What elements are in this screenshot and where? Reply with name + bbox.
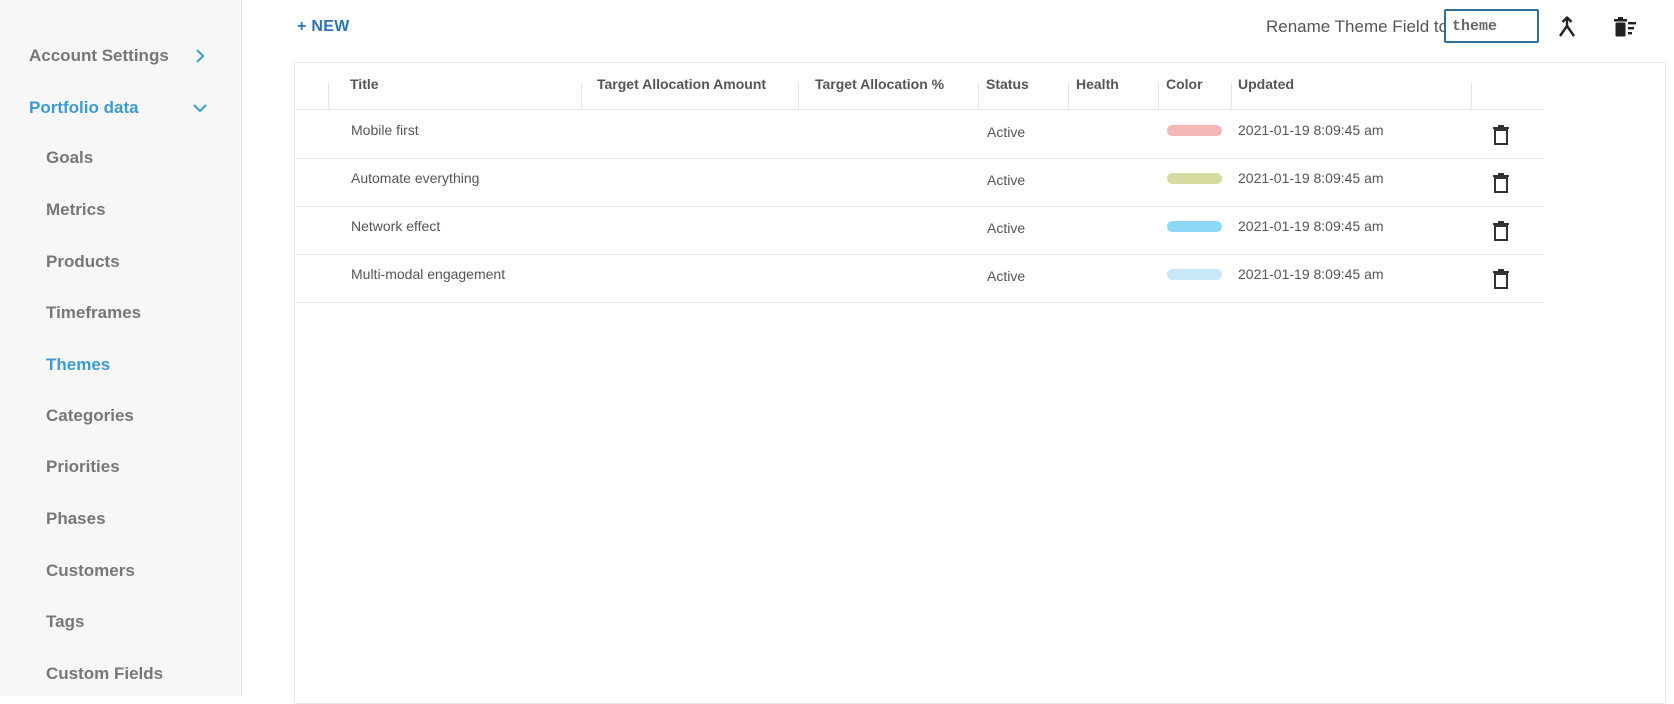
sidebar-item-timeframes[interactable]: Timeframes bbox=[0, 293, 241, 333]
sidebar-item-label: Themes bbox=[46, 355, 111, 374]
sidebar-item-label: Custom Fields bbox=[46, 664, 164, 683]
sidebar-section-label: Account Settings bbox=[29, 46, 169, 65]
row-updated: 2021-01-19 8:09:45 am bbox=[1238, 170, 1384, 186]
sidebar-item-categories[interactable]: Categories bbox=[0, 396, 241, 436]
row-status: Active bbox=[987, 268, 1026, 284]
table-row[interactable]: Multi-modal engagement Active 2021-01-19… bbox=[294, 254, 1544, 303]
chevron-right-icon bbox=[196, 49, 205, 63]
column-header-updated[interactable]: Updated bbox=[1238, 76, 1294, 92]
sidebar-item-label: Priorities bbox=[46, 457, 120, 476]
sidebar-item-label: Products bbox=[46, 252, 120, 271]
row-status: Active bbox=[987, 220, 1026, 236]
column-divider bbox=[581, 82, 582, 110]
sidebar-section-account-settings[interactable]: Account Settings bbox=[0, 36, 241, 76]
column-divider bbox=[798, 82, 799, 110]
column-divider bbox=[1471, 82, 1472, 110]
row-title[interactable]: Mobile first bbox=[351, 122, 419, 138]
rename-field-label: Rename Theme Field to bbox=[1266, 17, 1449, 36]
table-header: Title Target Allocation Amount Target Al… bbox=[294, 62, 1544, 110]
new-theme-button[interactable]: + NEW bbox=[297, 18, 350, 36]
table-row[interactable]: Automate everything Active 2021-01-19 8:… bbox=[294, 158, 1544, 207]
row-status: Active bbox=[987, 172, 1026, 188]
sidebar-item-customers[interactable]: Customers bbox=[0, 551, 241, 591]
column-header-title[interactable]: Title bbox=[350, 76, 379, 92]
sidebar-item-metrics[interactable]: Metrics bbox=[0, 190, 241, 230]
sidebar: Account Settings Portfolio data Goals Me… bbox=[0, 0, 242, 696]
column-divider bbox=[1068, 82, 1069, 110]
sidebar-item-label: Categories bbox=[46, 406, 134, 425]
sidebar-item-phases[interactable]: Phases bbox=[0, 499, 241, 539]
column-divider bbox=[1158, 82, 1159, 110]
sidebar-item-priorities[interactable]: Priorities bbox=[0, 447, 241, 487]
sidebar-item-label: Customers bbox=[46, 561, 135, 580]
table-row[interactable]: Mobile first Active 2021-01-19 8:09:45 a… bbox=[294, 110, 1544, 159]
column-header-color[interactable]: Color bbox=[1166, 76, 1203, 92]
merge-icon[interactable] bbox=[1554, 14, 1580, 40]
rename-field-input[interactable] bbox=[1444, 9, 1539, 43]
column-divider bbox=[1231, 82, 1232, 110]
sidebar-item-custom-fields[interactable]: Custom Fields bbox=[0, 654, 241, 694]
sidebar-item-label: Tags bbox=[46, 612, 85, 631]
row-title[interactable]: Network effect bbox=[351, 218, 440, 234]
bulk-delete-icon[interactable] bbox=[1612, 14, 1638, 40]
row-updated: 2021-01-19 8:09:45 am bbox=[1238, 122, 1384, 138]
sidebar-item-products[interactable]: Products bbox=[0, 242, 241, 282]
chevron-down-icon bbox=[193, 104, 207, 113]
column-header-target-allocation-percent[interactable]: Target Allocation % bbox=[815, 76, 944, 92]
row-updated: 2021-01-19 8:09:45 am bbox=[1238, 266, 1384, 282]
sidebar-item-label: Phases bbox=[46, 509, 106, 528]
color-swatch[interactable] bbox=[1167, 221, 1222, 232]
color-swatch[interactable] bbox=[1167, 173, 1222, 184]
trash-icon[interactable] bbox=[1492, 268, 1510, 290]
row-title[interactable]: Multi-modal engagement bbox=[351, 266, 505, 282]
sidebar-item-tags[interactable]: Tags bbox=[0, 602, 241, 642]
sidebar-item-label: Timeframes bbox=[46, 303, 142, 322]
column-header-health[interactable]: Health bbox=[1076, 76, 1119, 92]
sidebar-item-goals[interactable]: Goals bbox=[0, 138, 241, 178]
column-header-target-allocation-amount[interactable]: Target Allocation Amount bbox=[597, 76, 766, 92]
trash-icon[interactable] bbox=[1492, 124, 1510, 146]
sidebar-item-themes[interactable]: Themes bbox=[0, 345, 241, 385]
sidebar-section-label: Portfolio data bbox=[29, 98, 139, 117]
column-divider bbox=[328, 82, 329, 110]
color-swatch[interactable] bbox=[1167, 269, 1222, 280]
trash-icon[interactable] bbox=[1492, 172, 1510, 194]
sidebar-section-portfolio-data[interactable]: Portfolio data bbox=[0, 88, 241, 128]
sidebar-item-label: Goals bbox=[46, 148, 94, 167]
sidebar-item-label: Metrics bbox=[46, 200, 106, 219]
color-swatch[interactable] bbox=[1167, 125, 1222, 136]
trash-icon[interactable] bbox=[1492, 220, 1510, 242]
row-updated: 2021-01-19 8:09:45 am bbox=[1238, 218, 1384, 234]
column-header-status[interactable]: Status bbox=[986, 76, 1029, 92]
row-status: Active bbox=[987, 124, 1026, 140]
row-title[interactable]: Automate everything bbox=[351, 170, 479, 186]
table-row[interactable]: Network effect Active 2021-01-19 8:09:45… bbox=[294, 206, 1544, 255]
column-divider bbox=[978, 82, 979, 110]
